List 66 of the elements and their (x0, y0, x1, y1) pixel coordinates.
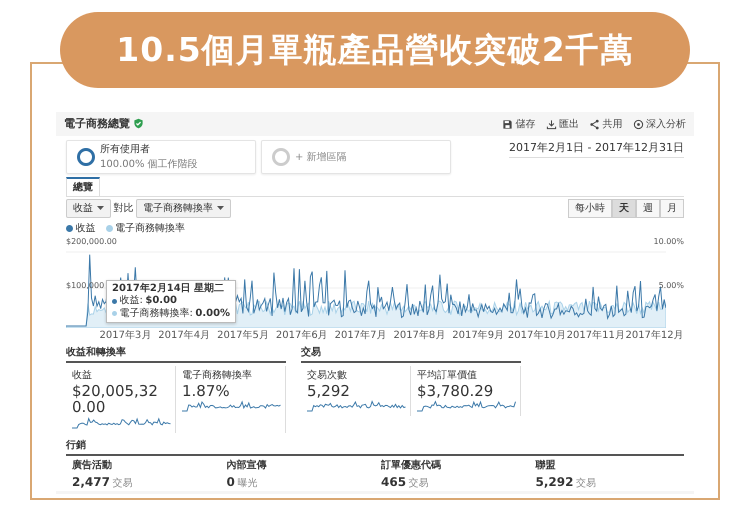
axis-label: $200,000.00 (66, 236, 117, 248)
axis-label: 10.00% (653, 236, 684, 248)
channel-name: 內部宣傳 (226, 458, 268, 473)
channel-value: 465 (381, 474, 406, 491)
channel-value: 0 (226, 474, 235, 491)
segment-detail: 100.00% 個工作階段 (100, 158, 198, 172)
download-icon (546, 118, 556, 130)
channel-name: 訂單優惠代碼 (381, 458, 442, 473)
metric-dropdown[interactable]: 收益 (66, 199, 111, 218)
axis-label: 2017年8月 (392, 328, 446, 342)
tab[interactable]: 總覽 (66, 176, 100, 196)
axis-label: 2017年5月 (216, 328, 270, 342)
axis-label: 2017年11月 (566, 328, 626, 342)
axis-label: 2017年3月 (98, 328, 152, 342)
date-range-picker[interactable]: 2017年2月1日 - 2017年12月31日 (509, 140, 684, 158)
legend-label: 電子商務轉換率 (115, 222, 185, 236)
compare-dropdown[interactable]: 電子商務轉換率 (136, 199, 231, 218)
add-segment-label: + 新增區隔 (295, 150, 347, 164)
legend-dot (112, 298, 117, 304)
legend-label: 收益 (76, 222, 96, 236)
section-title: 收益和轉換率 (66, 345, 286, 363)
toolbar-button[interactable]: 儲存 (502, 116, 536, 132)
insights-icon (632, 118, 644, 130)
metric-label: 交易次數 (307, 368, 348, 382)
channel-value: 2,477 (72, 474, 110, 491)
axis-label: 2017年10月 (508, 328, 566, 342)
metric-value: $20,005,320.00 (72, 382, 159, 416)
legend-dot (112, 311, 117, 316)
metric-label: 收益 (72, 368, 93, 382)
segment-card[interactable]: 所有使用者 100.00% 個工作階段 (66, 140, 256, 174)
metric-value: $3,780.29 (417, 382, 494, 399)
granularity-button[interactable]: 月 (660, 199, 684, 218)
compare-label: 對比 (114, 202, 134, 216)
chart-tooltip: 2017年2月14日 星期二 收益: $0.00 電子商務轉換率: 0.00% (106, 280, 236, 323)
channel-unit: 交易 (576, 476, 596, 491)
toolbar-button[interactable]: 共用 (589, 116, 622, 132)
metric-label: 電子商務轉換率 (182, 368, 253, 382)
granularity-button[interactable]: 週 (636, 199, 660, 218)
metric-value: 1.87% (182, 382, 231, 399)
channel-unit: 交易 (112, 476, 132, 491)
toolbar-button[interactable]: 匯出 (546, 116, 579, 132)
segment-name: 所有使用者 (100, 142, 151, 157)
metric-label: 平均訂單價值 (417, 368, 478, 382)
caret-icon (217, 206, 224, 210)
axis-label: 2017年6月 (274, 328, 329, 342)
section-title: 行銷 (66, 438, 684, 456)
channel-name: 廣告活動 (72, 458, 113, 473)
metric-value: 5,292 (307, 382, 351, 399)
banner-title: 10.5個月單瓶產品營收突破2千萬 (60, 12, 690, 88)
channel-value: 5,292 (536, 474, 574, 491)
axis-label: 2017年7月 (334, 328, 388, 342)
axis-label: 2017年9月 (451, 328, 506, 342)
granularity-button[interactable]: 每小時 (568, 199, 612, 218)
section-title: 交易 (301, 345, 521, 363)
channel-name: 聯盟 (536, 458, 556, 473)
axis-label: 2017年12月 (625, 328, 684, 342)
segment-card[interactable]: + 新增區隔 (261, 140, 451, 174)
granularity-button[interactable]: 天 (612, 199, 636, 218)
channel-unit: 曝光 (237, 476, 258, 491)
toolbar-button[interactable]: 深入分析 (632, 116, 686, 132)
share-icon (589, 118, 600, 130)
axis-label: 5.00% (658, 280, 684, 292)
report-title: 電子商務總覽 (64, 116, 130, 132)
channel-unit: 交易 (408, 476, 429, 491)
axis-label: 2017年4月 (157, 328, 212, 342)
caret-icon (97, 206, 104, 210)
